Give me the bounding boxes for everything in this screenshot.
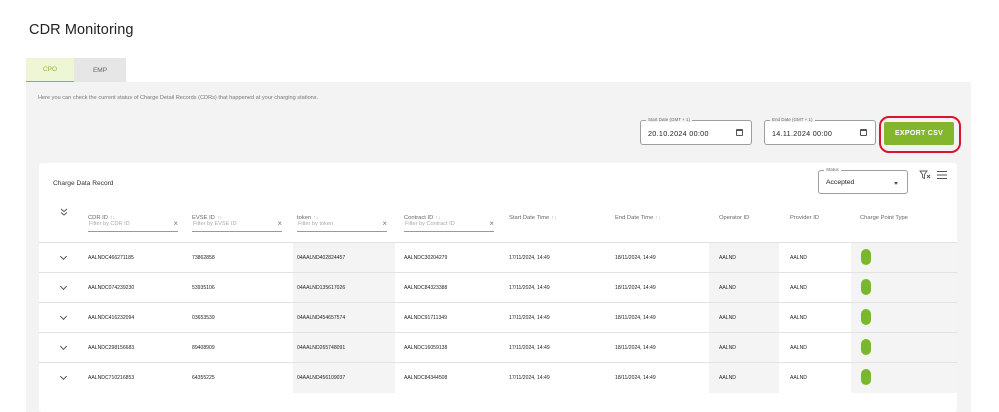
close-icon[interactable]: × [277, 220, 282, 228]
charge-point-type-indicator [861, 249, 871, 265]
cell-start-date: 17/11/2024, 14:49 [509, 345, 550, 351]
columns-menu-icon[interactable] [936, 169, 948, 181]
cell-operator-id: AALND [719, 345, 736, 351]
cell-provider-id: AALND [790, 285, 807, 291]
cell-contract-id: AALNDC84344508 [404, 375, 448, 381]
chevron-down-icon[interactable] [59, 372, 68, 381]
cell-start-date: 17/11/2024, 14:49 [509, 375, 550, 381]
table-row[interactable]: AALNDC074239230 53935106 04AALND13561702… [39, 272, 957, 303]
status-select[interactable]: Status Accepted [818, 167, 908, 194]
cell-token: 04AALND135617026 [297, 285, 346, 291]
cell-operator-id: AALND [719, 375, 736, 381]
expand-all-icon[interactable] [60, 208, 68, 216]
cell-contract-id: AALNDC84323388 [404, 285, 448, 291]
intro-text: Here you can check the current status of… [38, 95, 319, 101]
charge-point-type-indicator [861, 279, 871, 295]
table-row[interactable]: AALNDC710216853 64355225 04AALND45610903… [39, 362, 957, 393]
calendar-icon[interactable] [736, 129, 743, 136]
cell-provider-id: AALND [790, 345, 807, 351]
status-value: Accepted [826, 179, 855, 186]
cell-provider-id: AALND [790, 315, 807, 321]
tab-cpo[interactable]: CPO [26, 58, 74, 82]
table-row[interactable]: AALNDC466271185 73862858 04AALND40282445… [39, 242, 957, 273]
column-provider-id: Provider ID [790, 215, 819, 221]
cell-operator-id: AALND [719, 255, 736, 261]
cell-contract-id: AALNDC16059138 [404, 345, 448, 351]
end-date-value: 14.11.2024 00:00 [772, 129, 833, 138]
end-date-field[interactable]: End Date (GMT + 1) 14.11.2024 00:00 [764, 117, 876, 145]
page-title: CDR Monitoring [29, 22, 134, 38]
chevron-down-icon[interactable] [59, 312, 68, 321]
cell-evse-id: 73862858 [192, 255, 215, 261]
cell-contract-id: AALNDC30204279 [404, 255, 448, 261]
close-icon[interactable]: × [382, 220, 387, 228]
charge-point-type-indicator [861, 309, 871, 325]
start-date-field[interactable]: Start Date (GMT + 1) 20.10.2024 00:00 [640, 117, 752, 145]
cell-contract-id: AALNDC91711349 [404, 315, 447, 321]
chevron-down-icon[interactable] [59, 252, 68, 261]
cell-end-date: 18/11/2024, 14:49 [615, 285, 656, 291]
cell-evse-id: 03653539 [192, 315, 215, 321]
cell-cdr-id: AALNDC466271185 [88, 255, 134, 261]
table-header: CDR ID ↑↓ Filter by CDR ID × EVSE ID ↑↓ Fil… [39, 206, 957, 242]
cell-cdr-id: AALNDC416232094 [88, 315, 135, 321]
charge-point-type-indicator [861, 339, 871, 355]
filter-cdr-id[interactable]: Filter by CDR ID × [88, 218, 178, 232]
cell-token: 04AALND402824457 [297, 255, 346, 261]
filter-contract-id[interactable]: Filter by Contract ID × [404, 218, 494, 232]
chevron-down-icon[interactable] [59, 342, 68, 351]
cell-end-date: 18/11/2024, 14:49 [615, 255, 656, 261]
cell-token: 04AALND456109037 [297, 375, 346, 381]
charge-point-type-indicator [861, 369, 871, 385]
cell-provider-id: AALND [790, 375, 807, 381]
status-label: Status [824, 167, 841, 172]
cell-end-date: 18/11/2024, 14:49 [615, 375, 656, 381]
cell-provider-id: AALND [790, 255, 807, 261]
cell-operator-id: AALND [719, 315, 736, 321]
column-operator-id: Operator ID [719, 215, 750, 221]
cpo-panel: Here you can check the current status of… [26, 82, 971, 412]
cell-evse-id: 89408909 [192, 345, 215, 351]
clear-filters-icon[interactable] [919, 169, 931, 181]
start-date-label: Start Date (GMT + 1) [646, 117, 693, 122]
column-start-date-time[interactable]: Start Date Time ↑↓ [509, 206, 556, 224]
export-csv-button[interactable]: EXPORT CSV [884, 122, 954, 145]
cell-cdr-id: AALNDC074239230 [88, 285, 135, 291]
cell-start-date: 17/11/2024, 14:49 [509, 255, 550, 261]
cell-token: 04AALND265748091 [297, 345, 346, 351]
sort-icon[interactable]: ↑↓ [551, 215, 556, 221]
end-date-label: End Date (GMT + 1) [770, 117, 815, 122]
column-end-date-time[interactable]: End Date Time ↑↓ [615, 206, 661, 224]
chevron-down-icon[interactable] [59, 282, 68, 291]
cell-end-date: 18/11/2024, 14:49 [615, 315, 656, 321]
close-icon[interactable]: × [489, 220, 494, 228]
cell-evse-id: 64355225 [192, 375, 215, 381]
start-date-value: 20.10.2024 00:00 [648, 129, 709, 138]
cell-start-date: 17/11/2024, 14:49 [509, 285, 550, 291]
cell-cdr-id: AALNDC298156683 [88, 345, 135, 351]
calendar-icon[interactable] [860, 129, 867, 136]
cell-end-date: 18/11/2024, 14:49 [615, 345, 656, 351]
table-row[interactable]: AALNDC416232094 03653539 04AALND45465757… [39, 302, 957, 333]
cell-token: 04AALND454657574 [297, 315, 346, 321]
cell-start-date: 17/11/2024, 14:49 [509, 315, 550, 321]
tab-bar: CPO EMP [26, 58, 126, 82]
filter-token[interactable]: Filter by token × [297, 218, 387, 232]
card-title: Charge Data Record [53, 180, 114, 187]
cell-operator-id: AALND [719, 285, 736, 291]
column-charge-point-type: Charge Point Type [860, 215, 908, 221]
cell-evse-id: 53935106 [192, 285, 215, 291]
chevron-down-icon [894, 182, 898, 185]
charge-data-record-card: Charge Data Record Status Accepted CDR I… [39, 163, 957, 412]
filter-evse-id[interactable]: Filter by EVSE ID × [192, 218, 282, 232]
table-row[interactable]: AALNDC298156683 89408909 04AALND26574809… [39, 332, 957, 363]
sort-icon[interactable]: ↑↓ [655, 215, 660, 221]
close-icon[interactable]: × [173, 220, 178, 228]
tab-emp[interactable]: EMP [74, 58, 126, 82]
cell-cdr-id: AALNDC710216853 [88, 375, 135, 381]
